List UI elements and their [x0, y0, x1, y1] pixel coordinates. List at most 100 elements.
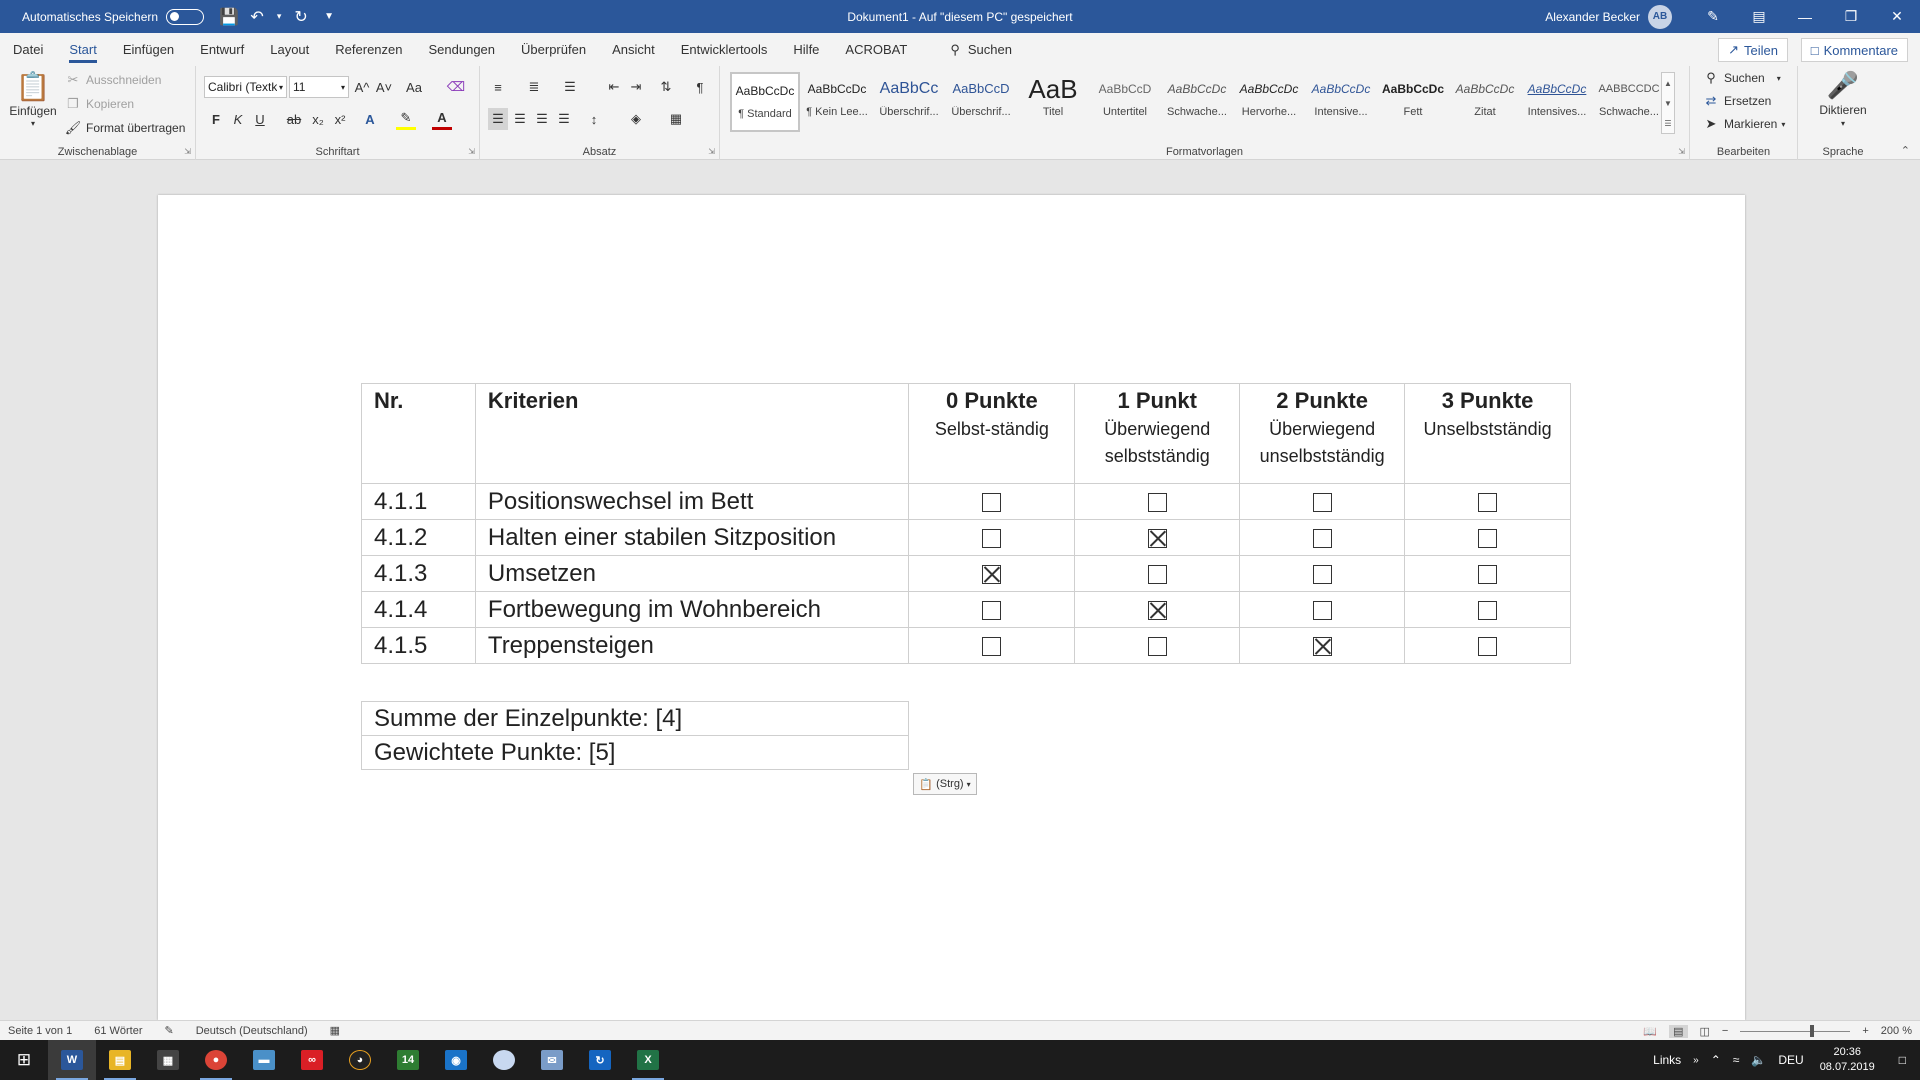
- style-quote[interactable]: AaBbCcDc Zitat: [1450, 72, 1520, 132]
- checkbox[interactable]: [1312, 564, 1332, 584]
- checkbox[interactable]: [1312, 492, 1332, 512]
- document-area[interactable]: Nr. Kriterien 0 Punkte Selbst-ständig 1 …: [0, 160, 1920, 1020]
- checkbox[interactable]: [1312, 528, 1332, 548]
- style-intense-quote[interactable]: AaBbCcDc Intensives...: [1522, 72, 1592, 132]
- style-subtle-reference[interactable]: AABBCCDC Schwache...: [1594, 72, 1664, 132]
- bold-button[interactable]: F: [206, 108, 226, 130]
- undo-icon[interactable]: ↶: [244, 4, 270, 30]
- zoom-in-icon[interactable]: +: [1862, 1025, 1868, 1037]
- checkbox-cell[interactable]: [1404, 483, 1571, 520]
- tab-ueberpruefen[interactable]: Überprüfen: [508, 33, 599, 66]
- font-color-button[interactable]: A: [432, 108, 452, 130]
- tab-einfuegen[interactable]: Einfügen: [110, 33, 187, 66]
- paste-button[interactable]: 📋 Einfügen ▾: [9, 70, 56, 128]
- checkbox-cell[interactable]: [1074, 483, 1241, 520]
- pen-icon[interactable]: ✎: [1690, 0, 1736, 33]
- dialog-launcher-icon[interactable]: ⇲: [708, 147, 715, 156]
- header-criteria[interactable]: Kriterien: [474, 383, 910, 484]
- header-3-points[interactable]: 3 Punkte Unselbstständig: [1404, 383, 1571, 484]
- tab-entwurf[interactable]: Entwurf: [187, 33, 257, 66]
- scanner-taskbar-button[interactable]: ▬: [240, 1040, 288, 1080]
- tab-referenzen[interactable]: Referenzen: [322, 33, 415, 66]
- checkbox[interactable]: [982, 528, 1002, 548]
- align-right-icon[interactable]: ☰: [532, 108, 552, 130]
- tab-start[interactable]: Start: [56, 33, 109, 66]
- explorer-taskbar-button[interactable]: ▤: [96, 1040, 144, 1080]
- checkbox-cell[interactable]: [1404, 519, 1571, 556]
- numbering-icon[interactable]: ≣: [524, 76, 544, 98]
- cut-button[interactable]: ✂ Ausschneiden: [64, 72, 162, 88]
- checkbox-cell[interactable]: [908, 555, 1076, 592]
- checkbox-checked[interactable]: [1312, 636, 1332, 656]
- speaker-icon[interactable]: 🔈: [1745, 1053, 1772, 1067]
- tell-me-search[interactable]: ⚲ Suchen: [950, 42, 1012, 58]
- checkbox-cell[interactable]: [1074, 519, 1241, 556]
- zoom-out-icon[interactable]: −: [1722, 1025, 1728, 1037]
- clock[interactable]: 20:36 08.07.2019: [1810, 1045, 1885, 1075]
- links-toolbar[interactable]: Links: [1647, 1053, 1687, 1067]
- input-language[interactable]: DEU: [1772, 1053, 1809, 1067]
- checkbox[interactable]: [1147, 564, 1167, 584]
- style-no-spacing[interactable]: AaBbCcDc ¶ Kein Lee...: [802, 72, 872, 132]
- checkbox-cell[interactable]: [1074, 627, 1241, 664]
- save-icon[interactable]: 💾: [216, 4, 242, 30]
- checkbox-cell[interactable]: [1074, 591, 1241, 628]
- row-criterion[interactable]: Fortbewegung im Wohnbereich: [474, 591, 910, 628]
- sum-points[interactable]: Summe der Einzelpunkte: [4]: [361, 701, 909, 736]
- checkbox-checked[interactable]: [1147, 528, 1167, 548]
- row-nr[interactable]: 4.1.3: [361, 555, 476, 592]
- speedometer-taskbar-button[interactable]: ◕: [336, 1040, 384, 1080]
- chevron-down-icon[interactable]: ▼: [1664, 99, 1672, 108]
- checkbox-cell[interactable]: [908, 627, 1076, 664]
- checkbox-cell[interactable]: [1239, 591, 1406, 628]
- tab-ansicht[interactable]: Ansicht: [599, 33, 668, 66]
- windows-start-icon[interactable]: ⊞: [0, 1040, 48, 1080]
- style-heading-2[interactable]: AaBbCcD Überschrif...: [946, 72, 1016, 132]
- checkbox-cell[interactable]: [1239, 555, 1406, 592]
- checkbox[interactable]: [1478, 492, 1498, 512]
- checkbox-cell[interactable]: [908, 591, 1076, 628]
- style-subtle-emphasis[interactable]: AaBbCcDc Schwache...: [1162, 72, 1232, 132]
- undo-dropdown-icon[interactable]: ▾: [272, 4, 286, 30]
- strikethrough-button[interactable]: ab: [284, 108, 304, 130]
- checkbox-cell[interactable]: [1404, 591, 1571, 628]
- more-icon[interactable]: ☰: [1664, 119, 1671, 128]
- close-icon[interactable]: ✕: [1874, 0, 1920, 33]
- borders-icon[interactable]: ▦: [666, 108, 686, 130]
- checkbox-cell[interactable]: [1404, 627, 1571, 664]
- row-criterion[interactable]: Umsetzen: [474, 555, 910, 592]
- dialog-launcher-icon[interactable]: ⇲: [468, 147, 475, 156]
- superscript-button[interactable]: x²: [330, 108, 350, 130]
- row-nr[interactable]: 4.1.4: [361, 591, 476, 628]
- sync-taskbar-button[interactable]: ↻: [576, 1040, 624, 1080]
- word-taskbar-button[interactable]: W: [48, 1040, 96, 1080]
- checkbox-checked[interactable]: [1147, 600, 1167, 620]
- header-2-points[interactable]: 2 Punkte Überwiegend unselbstständig: [1239, 383, 1406, 484]
- accessibility-icon[interactable]: ▦: [330, 1024, 340, 1037]
- read-mode-icon[interactable]: 📖: [1643, 1025, 1657, 1038]
- creative-cloud-taskbar-button[interactable]: ∞: [288, 1040, 336, 1080]
- user-name[interactable]: Alexander Becker: [1545, 10, 1640, 24]
- collapse-ribbon-icon[interactable]: ⌃: [1901, 144, 1910, 157]
- links-expand-icon[interactable]: »: [1687, 1055, 1705, 1066]
- justify-icon[interactable]: ☰: [554, 108, 574, 130]
- style-heading-1[interactable]: AaBbCc Überschrif...: [874, 72, 944, 132]
- page-count[interactable]: Seite 1 von 1: [8, 1025, 72, 1037]
- style-standard[interactable]: AaBbCcDc ¶ Standard: [730, 72, 800, 132]
- wifi-icon[interactable]: ≈: [1727, 1053, 1746, 1067]
- row-criterion[interactable]: Halten einer stabilen Sitzposition: [474, 519, 910, 556]
- find-button[interactable]: ⚲ Suchen ▾: [1702, 70, 1780, 86]
- line-spacing-icon[interactable]: ↕: [584, 108, 604, 130]
- show-formatting-marks-icon[interactable]: ¶: [690, 76, 710, 98]
- sort-icon[interactable]: ⇅: [656, 76, 676, 98]
- style-title[interactable]: AaB Titel: [1018, 72, 1088, 132]
- app-14-taskbar-button[interactable]: 14: [384, 1040, 432, 1080]
- ribbon-display-icon[interactable]: ▤: [1736, 0, 1782, 33]
- row-criterion[interactable]: Treppensteigen: [474, 627, 910, 664]
- copy-button[interactable]: ❐ Kopieren: [64, 96, 134, 112]
- redo-icon[interactable]: ↻: [288, 4, 314, 30]
- italic-button[interactable]: K: [228, 108, 248, 130]
- text-effects-button[interactable]: A: [360, 108, 380, 130]
- tab-sendungen[interactable]: Sendungen: [416, 33, 509, 66]
- shading-icon[interactable]: ◈: [626, 108, 646, 130]
